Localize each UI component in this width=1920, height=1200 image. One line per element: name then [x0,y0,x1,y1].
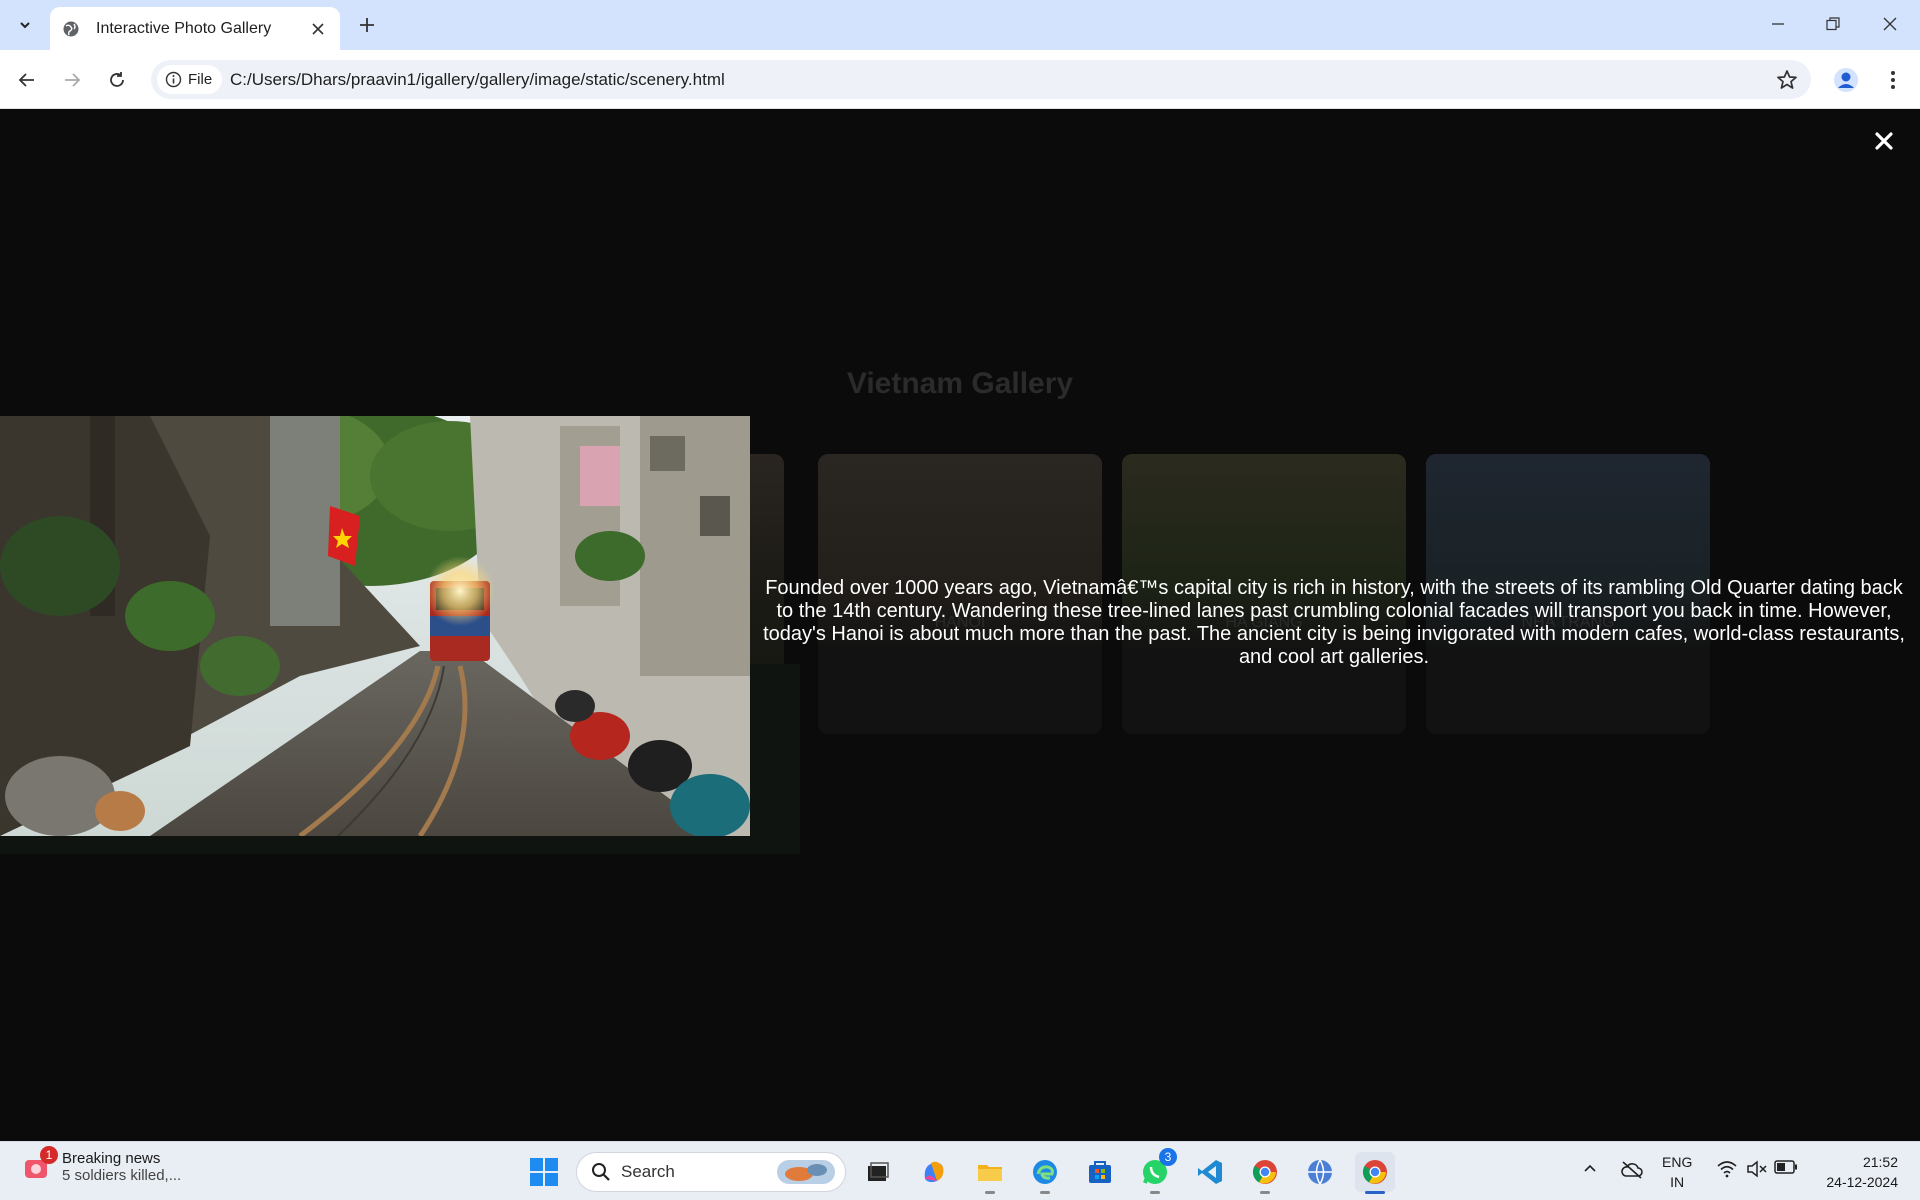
folder-icon [978,1165,1002,1181]
vscode-icon [1198,1160,1222,1184]
wifi-status[interactable] [1716,1160,1738,1178]
running-indicator [1260,1191,1270,1194]
taskbar-search[interactable]: Search [576,1152,846,1192]
active-indicator [1365,1191,1385,1194]
show-hidden-icons-button[interactable] [1582,1160,1598,1176]
whatsapp-badge: 3 [1159,1148,1177,1166]
globe-network-icon [1308,1159,1332,1185]
windows-start-icon[interactable] [528,1156,560,1188]
file-explorer-button[interactable] [970,1152,1010,1194]
search-label: Search [621,1162,675,1181]
tab-title: Interactive Photo Gallery [96,19,272,37]
reload-button[interactable] [101,64,133,96]
new-tab-button[interactable] [352,11,382,39]
tab-search-button[interactable] [10,11,40,39]
browser-menu-button[interactable] [1878,64,1908,96]
browser-tab[interactable]: Interactive Photo Gallery [50,7,340,50]
bookmark-star-icon[interactable] [1775,68,1799,92]
news-icon: 1 [22,1146,58,1182]
lang-line2: IN [1670,1174,1685,1190]
running-indicator [1040,1191,1050,1194]
battery-icon [1774,1160,1797,1174]
whatsapp-button[interactable]: 3 [1135,1148,1177,1194]
chevron-up-icon [1584,1164,1596,1172]
info-icon [165,71,182,88]
edge-button[interactable] [1025,1152,1065,1194]
url-text[interactable]: C:/Users/Dhars/praavin1/igallery/gallery… [230,70,725,90]
close-window-button[interactable] [1870,10,1910,38]
train-street-photo [0,416,750,836]
windows-taskbar: 1 Breaking news 5 soldiers killed,... Se… [0,1141,1920,1200]
network-app-button[interactable] [1300,1152,1340,1192]
search-highlight-icon [777,1160,835,1184]
site-info-chip[interactable]: File [157,65,223,94]
cloud-off-icon [1621,1161,1643,1179]
copilot-icon [924,1161,944,1183]
clock-time: 21:52 [1862,1154,1898,1170]
close-icon [1883,17,1897,31]
volume-muted-icon [1747,1160,1767,1178]
globe-icon [63,21,79,36]
news-title: Breaking news [62,1150,161,1167]
task-view-button[interactable] [858,1152,898,1192]
edge-icon [1033,1160,1057,1184]
restore-button[interactable] [1813,10,1853,38]
task-view-icon [868,1162,889,1181]
store-icon [1089,1161,1111,1183]
chevron-down-icon [20,22,30,29]
lightbox-caption: Founded over 1000 years ago, Vietnamâ€™s… [763,577,1905,668]
arrow-right-icon [65,73,81,87]
wifi-icon [1717,1161,1737,1178]
more-vertical-icon [1891,71,1895,89]
chip-label: File [188,71,213,88]
news-widget[interactable]: 1 Breaking news 5 soldiers killed,... [22,1146,182,1184]
lang-line1: ENG [1662,1154,1693,1170]
copilot-button[interactable] [914,1152,954,1192]
profile-button[interactable] [1830,64,1862,96]
input-language[interactable]: ENG IN [1662,1152,1692,1192]
plus-icon [360,18,374,32]
minimize-button[interactable] [1758,10,1798,38]
news-badge: 1 [40,1146,58,1164]
chrome-active-button[interactable] [1355,1152,1395,1194]
restore-icon [1826,17,1840,31]
battery-status[interactable] [1774,1160,1798,1174]
avatar-icon [1834,68,1858,92]
arrow-left-icon [18,73,34,87]
gallery-title: Vietnam Gallery [846,367,1074,400]
running-indicator [1150,1191,1160,1194]
vscode-button[interactable] [1190,1152,1230,1192]
gallery-page: Vietnam Gallery HANOI HA GIANG NHA TRANG [0,109,1920,1141]
lightbox-image [0,416,750,836]
system-clock[interactable]: 21:52 24-12-2024 [1812,1152,1898,1192]
back-button[interactable] [11,64,43,96]
reload-icon [110,72,124,87]
chrome-icon [1362,1160,1387,1184]
news-subtitle: 5 soldiers killed,... [62,1167,182,1184]
search-icon [592,1163,610,1181]
forward-button[interactable] [56,64,88,96]
minimize-icon [1772,23,1784,25]
store-button[interactable] [1080,1152,1120,1192]
clock-date: 24-12-2024 [1826,1174,1898,1190]
onedrive-status[interactable] [1620,1160,1644,1180]
running-indicator [985,1191,995,1194]
address-bar[interactable]: File C:/Users/Dhars/praavin1/igallery/ga… [151,60,1811,99]
chrome-button[interactable] [1245,1152,1285,1194]
volume-status[interactable] [1746,1160,1768,1178]
browser-toolbar: File C:/Users/Dhars/praavin1/igallery/ga… [0,50,1920,109]
lightbox-close-button[interactable] [1868,125,1900,157]
chrome-icon [1252,1160,1277,1184]
browser-tab-strip: Interactive Photo Gallery [0,0,1920,50]
tab-close-icon[interactable] [308,19,328,39]
close-icon [1875,132,1893,150]
